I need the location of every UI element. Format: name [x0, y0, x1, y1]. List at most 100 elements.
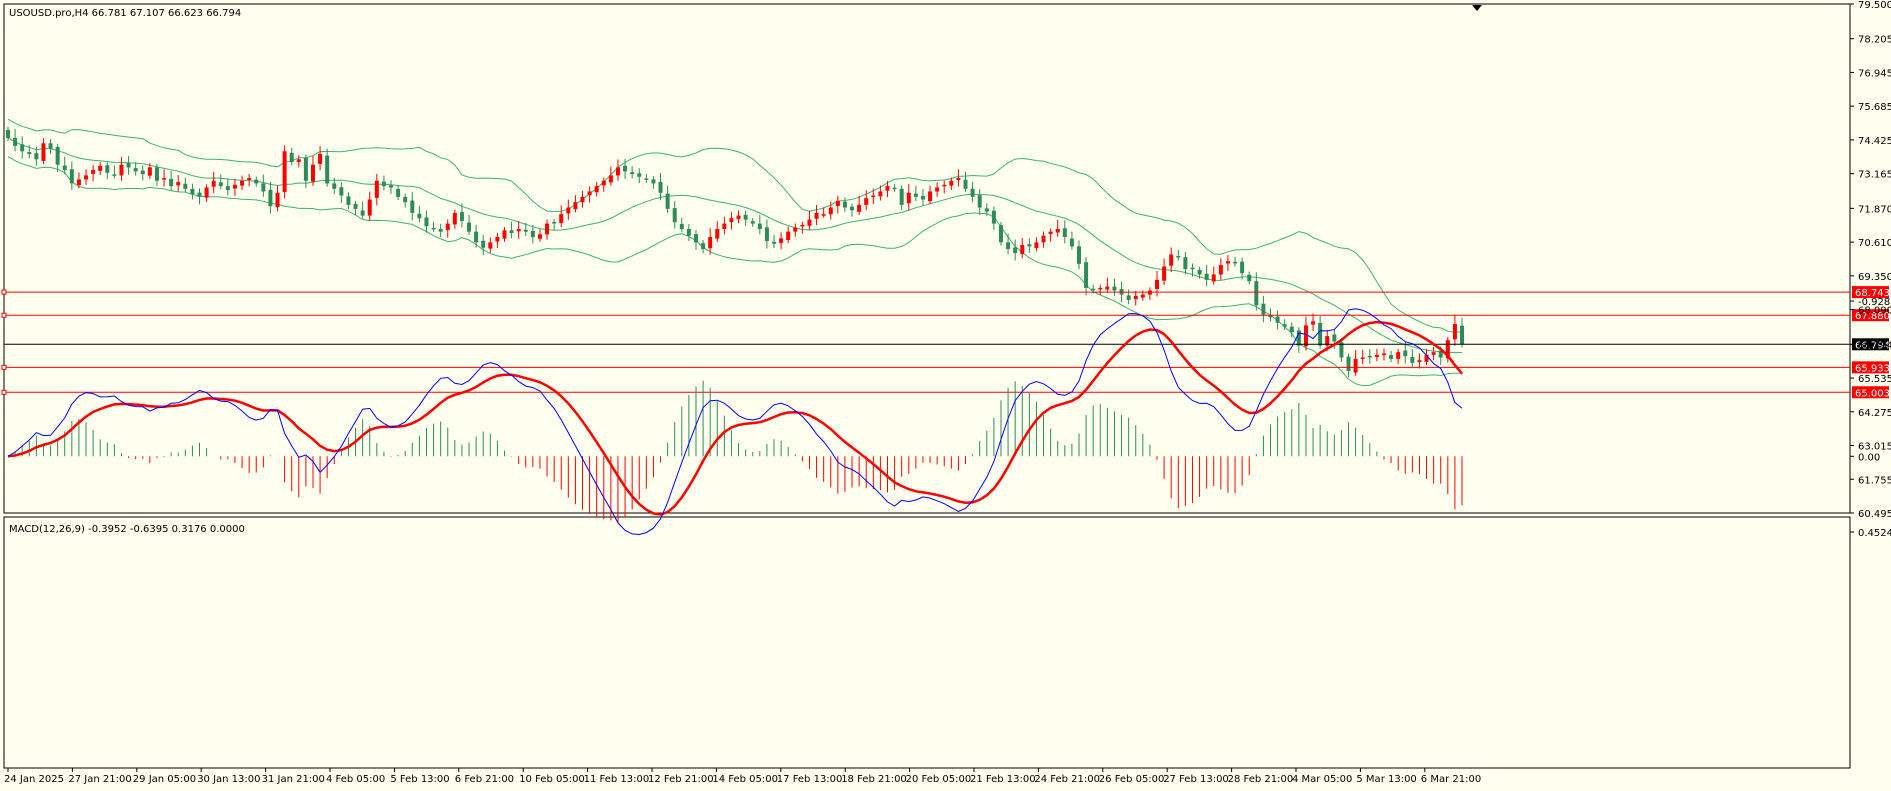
candle-body [743, 214, 748, 220]
candle-body [1020, 245, 1025, 254]
candle-body [885, 186, 890, 191]
level-4-handle[interactable] [1, 389, 7, 395]
time-tick-label: 20 Feb 05:00 [906, 774, 972, 785]
bollinger-middle-line [7, 137, 1463, 354]
candle-body [296, 159, 301, 163]
price-tick-label: 75.685 [1858, 102, 1891, 113]
candle-body [615, 167, 620, 176]
candle-body [410, 200, 415, 213]
level-1-handle[interactable] [1, 289, 7, 295]
candle-body [1126, 295, 1131, 300]
candle-body [98, 166, 103, 171]
candle-body [84, 175, 89, 180]
candle-body [62, 165, 67, 171]
level-2-handle[interactable] [1, 312, 7, 318]
candle-body [1367, 355, 1372, 358]
candle-body [1318, 322, 1323, 346]
candle-body [729, 218, 734, 223]
candle-body [254, 179, 259, 184]
candle-body [693, 234, 698, 243]
candle-body [1403, 350, 1408, 357]
candle-body [452, 212, 457, 225]
candle-body [736, 215, 741, 220]
candle-body [686, 228, 691, 236]
main-panel-frame [3, 3, 1851, 769]
time-tick-label: 12 Feb 21:00 [648, 774, 714, 785]
time-tick-label: 14 Feb 05:00 [712, 774, 778, 785]
price-chart[interactable]: 68.74367.88065.93365.00366.794 79.50078.… [0, 0, 1891, 791]
candle-body [1155, 279, 1160, 289]
candle-body [325, 155, 330, 184]
candle-body [1268, 315, 1273, 318]
candle-body [367, 199, 372, 216]
candle-body [1303, 325, 1308, 347]
price-tick-label: 79.500 [1858, 0, 1891, 11]
candle-body [1041, 235, 1046, 243]
candle-body [814, 212, 819, 219]
candle-body [587, 191, 592, 196]
candlestick-series [6, 126, 1464, 378]
candle-body [1048, 231, 1053, 235]
candle-body [928, 191, 933, 202]
chart-shift-marker-icon[interactable] [1472, 5, 1482, 11]
candle-body [169, 178, 174, 187]
candle-body [360, 210, 365, 216]
time-tick-label: 17 Feb 13:00 [777, 774, 843, 785]
candle-body [481, 240, 486, 248]
bollinger-upper-line [7, 118, 1463, 333]
candle-body [1034, 242, 1039, 248]
candle-body [1176, 256, 1181, 258]
time-tick-label: 6 Mar 21:00 [1421, 774, 1481, 785]
candle-body [154, 167, 159, 181]
candle-body [467, 222, 472, 232]
candle-body [530, 230, 535, 238]
candle-body [183, 183, 188, 189]
candle-body [935, 187, 940, 192]
candle-body [105, 165, 110, 173]
macd-tick-label: 0.4524 [1858, 528, 1891, 539]
candle-body [1460, 325, 1464, 345]
candle-body [1360, 357, 1365, 360]
candle-body [1062, 228, 1067, 238]
candle-body [1254, 281, 1259, 306]
candle-body [403, 196, 408, 203]
price-tick-label: 60.495 [1858, 509, 1891, 520]
price-tick-label: 74.425 [1858, 136, 1891, 147]
candle-body [55, 147, 60, 165]
candle-body [1396, 352, 1401, 359]
candle-body [240, 180, 245, 186]
price-tick-label: 69.350 [1858, 272, 1891, 283]
time-tick-label: 30 Jan 13:00 [197, 774, 260, 785]
candle-body [282, 151, 287, 193]
candle-body [715, 228, 720, 239]
candle-body [509, 230, 514, 233]
candle-body [176, 182, 181, 186]
candle-body [268, 189, 273, 207]
macd-panel-border [3, 516, 1851, 769]
candle-body [637, 173, 642, 177]
candle-body [608, 175, 613, 183]
candle-body [949, 180, 954, 186]
candle-body [13, 137, 18, 146]
candle-body [1084, 262, 1089, 288]
time-tick-label: 4 Mar 05:00 [1292, 774, 1352, 785]
candle-body [573, 202, 578, 210]
candle-body [1247, 274, 1252, 282]
level-4-price-label: 65.003 [1855, 388, 1890, 399]
candle-body [374, 180, 379, 198]
candle-body [1261, 303, 1266, 315]
candle-body [942, 184, 947, 187]
candle-body [353, 204, 358, 209]
candle-body [1218, 265, 1223, 275]
candle-body [91, 170, 96, 174]
candle-body [381, 181, 386, 187]
candle-body [41, 143, 46, 161]
candle-body [1311, 321, 1316, 325]
horizontal-levels[interactable]: 68.74367.88065.93365.00366.794 [1, 286, 1890, 399]
candle-body [318, 153, 323, 164]
candle-body [821, 214, 826, 216]
candle-body [69, 169, 74, 184]
candle-body [630, 172, 635, 175]
candle-body [892, 187, 897, 190]
level-3-handle[interactable] [1, 364, 7, 370]
